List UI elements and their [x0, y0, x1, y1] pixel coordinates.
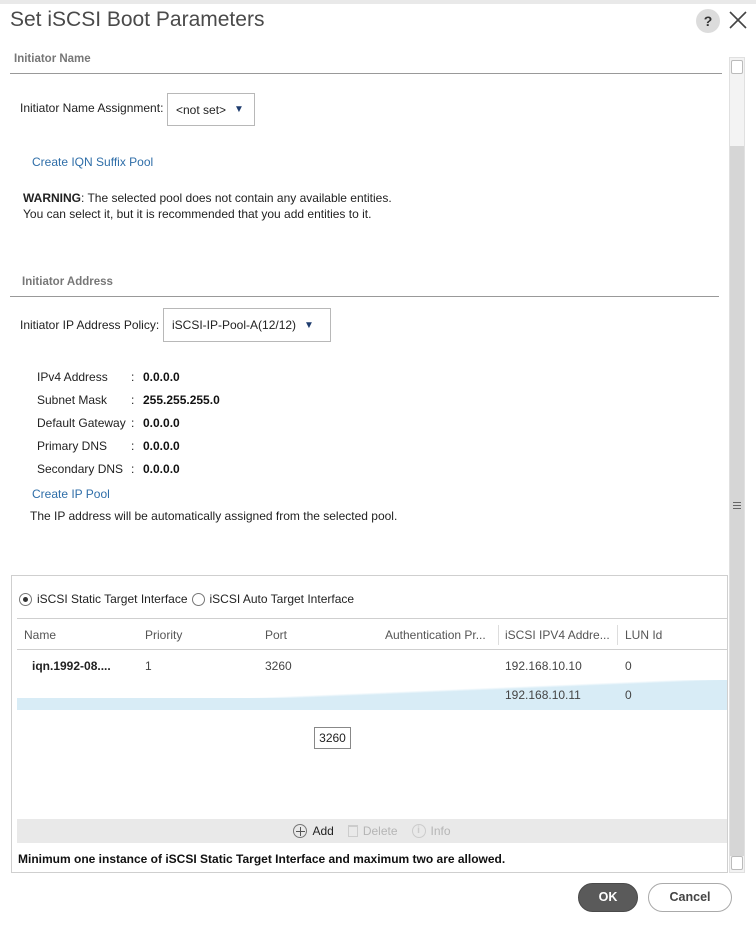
chevron-down-icon: ▼ [234, 104, 244, 115]
cell-lun: 0 [625, 659, 632, 673]
vertical-scrollbar[interactable] [729, 57, 745, 873]
scroll-up-arrow-icon[interactable] [731, 60, 743, 74]
initiator-name-section-title: Initiator Name [14, 53, 91, 65]
section-divider [10, 296, 719, 297]
field-label: IPv4 Address [37, 370, 108, 384]
auto-target-radio[interactable] [191, 592, 205, 606]
field-label: Secondary DNS [37, 462, 124, 476]
create-ip-pool-link[interactable]: Create IP Pool [32, 487, 110, 501]
delete-label: Delete [362, 824, 398, 838]
subnet-mask-row: Subnet Mask:255.255.255.0 [37, 393, 220, 407]
initiator-address-section-title: Initiator Address [22, 276, 113, 288]
static-target-label[interactable]: iSCSI Static Target Interface [37, 592, 188, 606]
field-value: 0.0.0.0 [143, 370, 180, 384]
chevron-down-icon: ▼ [304, 319, 314, 331]
cell-priority: 1 [145, 659, 152, 673]
create-iqn-suffix-pool-link[interactable]: Create IQN Suffix Pool [32, 155, 153, 169]
table-toolbar: Add Delete i Info [17, 819, 727, 843]
field-label: Subnet Mask [37, 393, 108, 407]
field-label: Primary DNS [37, 439, 108, 453]
cancel-button[interactable]: Cancel [648, 883, 732, 912]
initiator-ip-policy-select[interactable]: iSCSI-IP-Pool-A(12/12) ▼ [163, 308, 331, 342]
help-button[interactable]: ? [696, 9, 720, 33]
window-top-strip [0, 0, 756, 4]
primary-dns-row: Primary DNS:0.0.0.0 [37, 439, 180, 453]
field-value: 255.255.255.0 [143, 393, 220, 407]
info-label: Info [430, 824, 451, 838]
add-label: Add [312, 824, 334, 838]
column-header-authentication[interactable]: Authentication Pr... [385, 628, 486, 642]
initiator-name-assignment-value: <not set> [176, 102, 227, 117]
add-button[interactable]: Add [293, 824, 334, 838]
scrollbar-thumb[interactable] [730, 146, 744, 856]
warning-line-1: : The selected pool does not contain any… [81, 191, 392, 205]
cell-name: iqn.1992-08.... [32, 659, 111, 673]
static-target-radio[interactable] [19, 592, 32, 606]
ipv4-address-row: IPv4 Address:0.0.0.0 [37, 370, 180, 384]
target-type-radio-group: iSCSI Static Target Interface iSCSI Auto… [19, 592, 354, 606]
selection-highlight [17, 698, 727, 710]
column-separator[interactable] [617, 625, 618, 645]
section-divider [10, 73, 722, 74]
cell-lun: 0 [625, 688, 632, 702]
target-interface-panel: iSCSI Static Target Interface iSCSI Auto… [11, 575, 728, 873]
delete-button[interactable]: Delete [347, 824, 398, 838]
cell-port: 3260 [265, 659, 292, 673]
column-header-name[interactable]: Name [24, 628, 56, 642]
ok-button[interactable]: OK [578, 883, 638, 912]
field-label: Default Gateway [37, 416, 126, 430]
auto-target-label[interactable]: iSCSI Auto Target Interface [210, 592, 355, 606]
cell-ipv4: 192.168.10.11 [505, 688, 581, 702]
scroll-down-arrow-icon[interactable] [731, 856, 743, 870]
warning-line-2: You can select it, but it is recommended… [23, 207, 372, 221]
secondary-dns-row: Secondary DNS:0.0.0.0 [37, 462, 180, 476]
info-button[interactable]: i Info [411, 824, 451, 838]
cell-ipv4: 192.168.10.10 [505, 659, 582, 673]
ip-assignment-note: The IP address will be automatically ass… [30, 509, 398, 523]
target-table-header: Name Priority Port Authentication Pr... … [17, 618, 727, 650]
column-header-ipv4[interactable]: iSCSI IPV4 Addre... [505, 628, 610, 642]
initiator-ip-policy-value: iSCSI-IP-Pool-A(12/12) [172, 318, 297, 332]
table-row[interactable]: iqn.1992-08.... 1 3260 192.168.10.10 0 [17, 651, 727, 681]
column-header-port[interactable]: Port [265, 628, 287, 642]
warning-prefix: WARNING [23, 191, 81, 205]
initiator-name-assignment-label: Initiator Name Assignment: [20, 101, 164, 115]
field-value: 0.0.0.0 [143, 416, 180, 430]
column-separator[interactable] [498, 625, 499, 645]
plus-circle-icon [293, 824, 308, 838]
trash-icon [347, 825, 358, 837]
column-header-priority[interactable]: Priority [145, 628, 182, 642]
info-icon: i [411, 824, 426, 838]
field-value: 0.0.0.0 [143, 462, 180, 476]
close-icon[interactable] [726, 8, 750, 32]
scrollbar-grip-icon [733, 502, 741, 510]
default-gateway-row: Default Gateway:0.0.0.0 [37, 416, 180, 430]
pool-warning: WARNING: The selected pool does not cont… [23, 190, 392, 222]
column-header-lun[interactable]: LUN Id [625, 628, 662, 642]
initiator-name-assignment-select[interactable]: <not set> ▼ [167, 93, 255, 126]
port-cell-editor[interactable]: 3260 [314, 727, 351, 749]
initiator-ip-policy-label: Initiator IP Address Policy: [20, 318, 160, 332]
dialog-title: Set iSCSI Boot Parameters [10, 8, 265, 31]
field-value: 0.0.0.0 [143, 439, 180, 453]
target-limit-note: Minimum one instance of iSCSI Static Tar… [18, 852, 506, 866]
table-row-selected[interactable]: 192.168.10.11 0 [17, 680, 727, 710]
